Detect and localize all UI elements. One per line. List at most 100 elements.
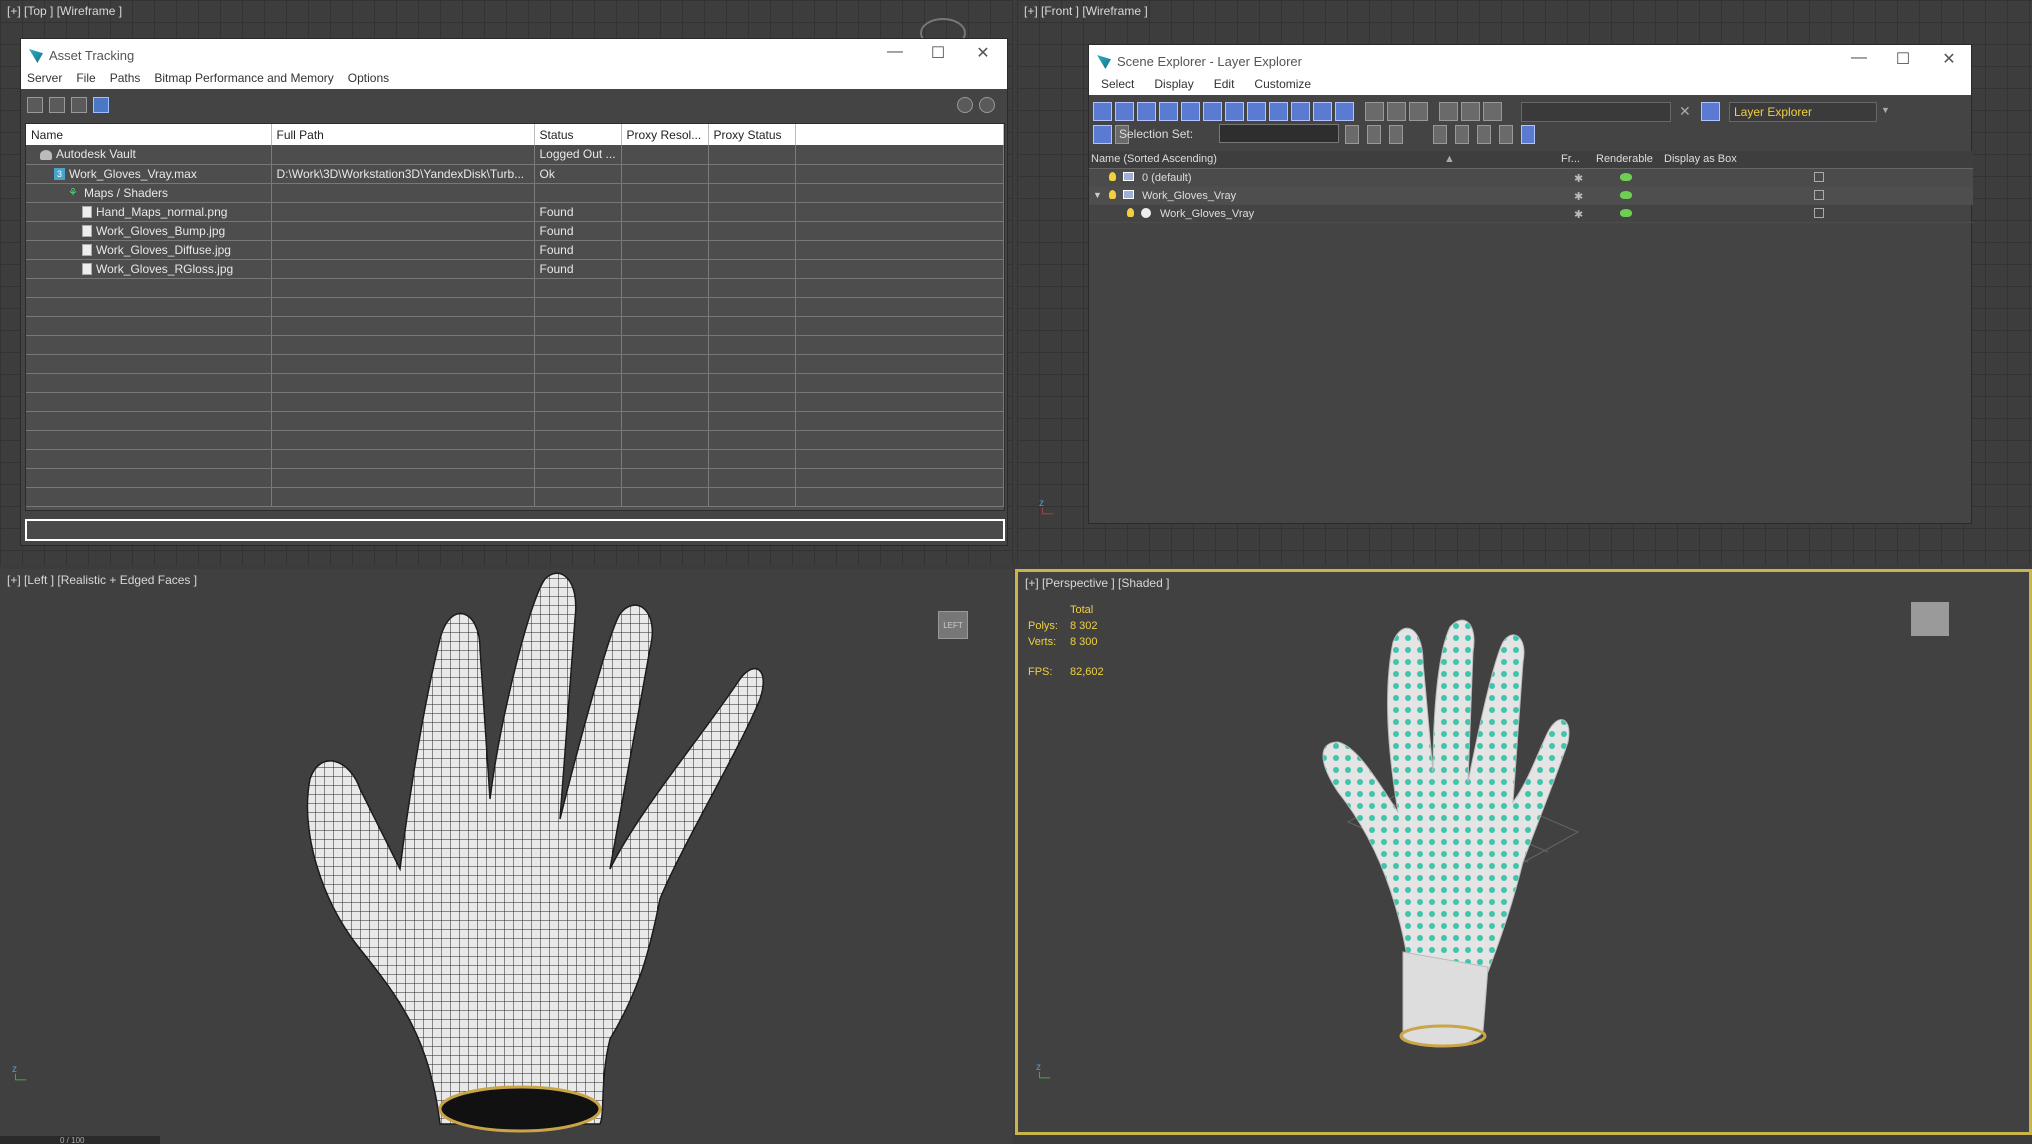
- chevron-down-icon[interactable]: ▼: [1881, 105, 1890, 115]
- expand-arrow-icon[interactable]: ▼: [1093, 190, 1102, 200]
- select-invert-icon[interactable]: [1409, 102, 1428, 121]
- menu-options[interactable]: Options: [348, 71, 389, 89]
- col-name-sorted[interactable]: Name (Sorted Ascending): [1091, 153, 1217, 165]
- table-view-icon[interactable]: [93, 97, 109, 113]
- display-groups-icon[interactable]: [1225, 102, 1244, 121]
- display-helpers-icon[interactable]: [1181, 102, 1200, 121]
- teapot-render-icon[interactable]: [1620, 172, 1632, 184]
- col-display-as-box[interactable]: Display as Box: [1664, 153, 1737, 165]
- glove-shaded-model[interactable]: [1018, 572, 2029, 1132]
- teapot-render-icon[interactable]: [1620, 208, 1632, 220]
- freeze-icon[interactable]: ✱: [1574, 190, 1583, 203]
- select-layer-icon[interactable]: [1499, 125, 1513, 144]
- select-all-icon[interactable]: [1365, 102, 1384, 121]
- table-row[interactable]: Autodesk Vault Logged Out ...: [26, 145, 1004, 165]
- box-display-icon[interactable]: [1814, 190, 1824, 203]
- viewport-label-front[interactable]: [+] [Front ] [Wireframe ]: [1024, 4, 1148, 18]
- display-containers-icon[interactable]: [1291, 102, 1310, 121]
- menu-display[interactable]: Display: [1154, 77, 1193, 95]
- viewport-left[interactable]: [+] [Left ] [Realistic + Edged Faces ] L…: [0, 569, 1013, 1144]
- list-view-icon[interactable]: [49, 97, 65, 113]
- viewport-perspective[interactable]: [+] [Perspective ] [Shaded ] Total Polys…: [1015, 569, 2032, 1135]
- filter-options-icon[interactable]: [1461, 102, 1480, 121]
- help-icon[interactable]: [957, 97, 973, 113]
- freeze-icon[interactable]: ✱: [1574, 172, 1583, 185]
- table-row[interactable]: 3 Work_Gloves_Vray.max D:\Work\3D\Workstat…: [26, 164, 1004, 184]
- timeline-slider[interactable]: 0 / 100: [0, 1136, 160, 1144]
- col-frozen[interactable]: Fr...: [1561, 153, 1580, 165]
- display-geometry-icon[interactable]: [1093, 102, 1112, 121]
- col-proxy-resolution[interactable]: Proxy Resol...: [621, 124, 709, 145]
- glove-wireframe-model[interactable]: [0, 569, 1013, 1144]
- lock-icon[interactable]: [1433, 125, 1447, 144]
- col-name[interactable]: Name: [26, 124, 272, 145]
- teapot-render-icon[interactable]: [1620, 190, 1632, 202]
- table-row[interactable]: Hand_Maps_normal.png Found: [26, 202, 1004, 222]
- layer-manager-icon[interactable]: [1093, 125, 1112, 144]
- maximize-icon[interactable]: ☐: [1893, 49, 1913, 69]
- menu-bitmap-performance[interactable]: Bitmap Performance and Memory: [154, 71, 333, 89]
- new-layer-icon[interactable]: [1455, 125, 1469, 144]
- menu-customize[interactable]: Customize: [1254, 77, 1311, 95]
- cell-empty: [795, 240, 1004, 260]
- freeze-icon[interactable]: ✱: [1574, 208, 1583, 221]
- collapse-icon[interactable]: [1483, 102, 1502, 121]
- col-renderable[interactable]: Renderable: [1596, 153, 1653, 165]
- thumbnail-view-icon[interactable]: [71, 97, 87, 113]
- menu-server[interactable]: Server: [27, 71, 62, 89]
- table-row[interactable]: Work_Gloves_RGloss.jpg Found: [26, 259, 1004, 279]
- highlight-icon[interactable]: [1521, 125, 1535, 144]
- filter-icon[interactable]: [1439, 102, 1458, 121]
- settings-icon[interactable]: [979, 97, 995, 113]
- add-icon[interactable]: [1477, 125, 1491, 144]
- scene-titlebar[interactable]: Scene Explorer - Layer Explorer — ☐ ✕ Se…: [1089, 45, 1971, 95]
- explorer-dropdown[interactable]: Layer Explorer: [1729, 102, 1877, 122]
- tree-row-gloves-object[interactable]: Work_Gloves_Vray ✱: [1089, 205, 1973, 223]
- bulb-icon[interactable]: [1127, 208, 1134, 220]
- col-status[interactable]: Status: [534, 124, 622, 145]
- scene-search-input[interactable]: [1521, 102, 1671, 122]
- table-row[interactable]: ⚘ Maps / Shaders: [26, 183, 1004, 203]
- clear-search-icon[interactable]: ✕: [1679, 103, 1691, 120]
- cell-empty: [795, 449, 1004, 469]
- display-bones-icon[interactable]: [1269, 102, 1288, 121]
- menu-paths[interactable]: Paths: [110, 71, 141, 89]
- maximize-icon[interactable]: ☐: [928, 43, 948, 63]
- explorer-filter-icon[interactable]: [1701, 102, 1720, 121]
- display-xrefs-icon[interactable]: [1247, 102, 1266, 121]
- close-icon[interactable]: ✕: [1939, 49, 1959, 69]
- viewport-label-top[interactable]: [+] [Top ] [Wireframe ]: [7, 4, 122, 18]
- bulb-icon[interactable]: [1109, 190, 1116, 202]
- close-icon[interactable]: ✕: [973, 43, 993, 63]
- box-display-icon[interactable]: [1814, 172, 1824, 185]
- box-display-icon[interactable]: [1814, 208, 1824, 221]
- display-cameras-icon[interactable]: [1159, 102, 1178, 121]
- minimize-icon[interactable]: —: [1849, 49, 1869, 67]
- bulb-icon[interactable]: [1109, 172, 1116, 184]
- display-hidden-icon[interactable]: [1335, 102, 1354, 121]
- table-row[interactable]: Work_Gloves_Bump.jpg Found: [26, 221, 1004, 241]
- col-full-path[interactable]: Full Path: [271, 124, 535, 145]
- remove-from-set-icon[interactable]: [1389, 125, 1403, 144]
- viewport-top[interactable]: [+] [Top ] [Wireframe ] Asset Tracking —…: [0, 0, 1013, 565]
- tree-row-default-layer[interactable]: 0 (default) ✱: [1089, 169, 1973, 187]
- table-row[interactable]: Work_Gloves_Diffuse.jpg Found: [26, 240, 1004, 260]
- vault-refresh-icon[interactable]: [27, 97, 43, 113]
- selection-set-input[interactable]: [1219, 124, 1339, 143]
- display-spacewarps-icon[interactable]: [1203, 102, 1222, 121]
- table-row-empty: [26, 430, 1004, 450]
- select-none-icon[interactable]: [1387, 102, 1406, 121]
- menu-select[interactable]: Select: [1101, 77, 1134, 95]
- add-to-set-icon[interactable]: [1367, 125, 1381, 144]
- asset-path-field[interactable]: [25, 519, 1005, 541]
- menu-edit[interactable]: Edit: [1214, 77, 1235, 95]
- display-shapes-icon[interactable]: [1115, 102, 1134, 121]
- create-set-icon[interactable]: [1345, 125, 1359, 144]
- col-proxy-status[interactable]: Proxy Status: [708, 124, 796, 145]
- minimize-icon[interactable]: —: [885, 43, 905, 61]
- menu-file[interactable]: File: [76, 71, 95, 89]
- display-frozen-icon[interactable]: [1313, 102, 1332, 121]
- asset-titlebar[interactable]: Asset Tracking — ☐ ✕ Server File Paths B…: [21, 39, 1007, 89]
- tree-row-gloves-layer[interactable]: ▼ Work_Gloves_Vray ✱: [1089, 187, 1973, 205]
- display-lights-icon[interactable]: [1137, 102, 1156, 121]
